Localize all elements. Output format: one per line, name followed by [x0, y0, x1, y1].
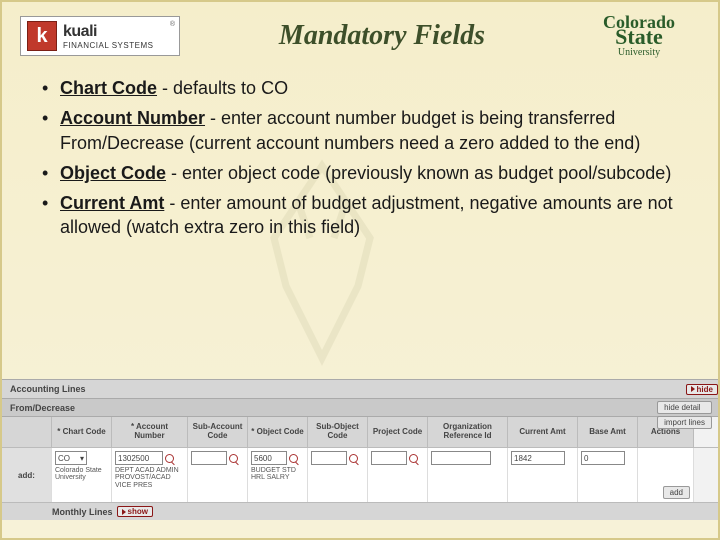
subobject-input[interactable] [311, 451, 347, 465]
add-button[interactable]: add [663, 486, 690, 499]
object-desc: BUDGET STD HRL SALRY [251, 467, 304, 482]
accounting-lines-header: Accounting Lines hide [2, 379, 718, 399]
base-cell: 0 [578, 448, 638, 502]
project-cell [368, 448, 428, 502]
monthly-lines-row: Monthly Lines show [2, 502, 718, 520]
col-object: * Object Code [248, 417, 308, 447]
lookup-icon[interactable] [349, 454, 358, 463]
hide-detail-button[interactable]: hide detail [657, 401, 712, 414]
bullet-account-number: Account Number - enter account number bu… [42, 106, 678, 155]
project-input[interactable] [371, 451, 407, 465]
chart-cell: CO▾ Colorado State University [52, 448, 112, 502]
add-row: add: CO▾ Colorado State University 13025… [2, 448, 718, 502]
bullet-object-code: Object Code - enter object code (previou… [42, 161, 678, 185]
csu-state: State [584, 28, 694, 47]
object-cell: 5600 BUDGET STD HRL SALRY [248, 448, 308, 502]
col-account: * Account Number [112, 417, 188, 447]
subaccount-cell [188, 448, 248, 502]
orgref-cell [428, 448, 508, 502]
add-label: add: [2, 448, 52, 502]
col-project: Project Code [368, 417, 428, 447]
base-input[interactable]: 0 [581, 451, 625, 465]
hide-button[interactable]: hide [686, 384, 718, 395]
subaccount-input[interactable] [191, 451, 227, 465]
col-blank [2, 417, 52, 447]
current-input[interactable]: 1842 [511, 451, 565, 465]
arrow-right-icon [122, 509, 126, 515]
kuali-sub: FINANCIAL SYSTEMS [63, 41, 153, 50]
account-cell: 1302500 DEPT ACAD ADMIN PROVOST/ACAD VIC… [112, 448, 188, 502]
kuali-k-icon: k [27, 21, 57, 51]
csu-logo: Colorado State University [584, 15, 694, 57]
col-orgref: Organization Reference Id [428, 417, 508, 447]
actions-cell: add [638, 448, 694, 502]
bullet-chart-code: Chart Code - defaults to CO [42, 76, 678, 100]
chart-select[interactable]: CO▾ [55, 451, 87, 465]
show-button[interactable]: show [117, 506, 153, 517]
lookup-icon[interactable] [409, 454, 418, 463]
subobject-cell [308, 448, 368, 502]
current-cell: 1842 [508, 448, 578, 502]
import-lines-button[interactable]: import lines [657, 416, 712, 429]
registered-icon: ® [170, 21, 175, 28]
object-input[interactable]: 5600 [251, 451, 287, 465]
account-input[interactable]: 1302500 [115, 451, 163, 465]
col-subaccount: Sub-Account Code [188, 417, 248, 447]
page-title: Mandatory Fields [180, 20, 584, 52]
from-decrease-row: From/Decrease [2, 399, 718, 417]
col-base: Base Amt [578, 417, 638, 447]
slide: k kuali FINANCIAL SYSTEMS ® Mandatory Fi… [0, 0, 720, 540]
header: k kuali FINANCIAL SYSTEMS ® Mandatory Fi… [2, 2, 718, 66]
lookup-icon[interactable] [289, 454, 298, 463]
panel-title: Accounting Lines [10, 384, 86, 394]
col-current: Current Amt [508, 417, 578, 447]
chart-desc: Colorado State University [55, 467, 108, 482]
csu-university: University [584, 49, 694, 58]
bullet-current-amt: Current Amt - enter amount of budget adj… [42, 191, 678, 240]
kuali-logo: k kuali FINANCIAL SYSTEMS ® [20, 16, 180, 56]
bullet-list: Chart Code - defaults to CO Account Numb… [2, 66, 718, 240]
lookup-icon[interactable] [165, 454, 174, 463]
orgref-input[interactable] [431, 451, 491, 465]
lookup-icon[interactable] [229, 454, 238, 463]
col-chart-code: * Chart Code [52, 417, 112, 447]
kuali-name: kuali [63, 23, 153, 41]
col-subobject: Sub-Object Code [308, 417, 368, 447]
arrow-right-icon [691, 386, 695, 392]
accounting-lines-panel: Accounting Lines hide hide detail import… [2, 379, 718, 520]
account-desc: DEPT ACAD ADMIN PROVOST/ACAD VICE PRES [115, 467, 184, 489]
column-headers: * Chart Code * Account Number Sub-Accoun… [2, 417, 718, 448]
